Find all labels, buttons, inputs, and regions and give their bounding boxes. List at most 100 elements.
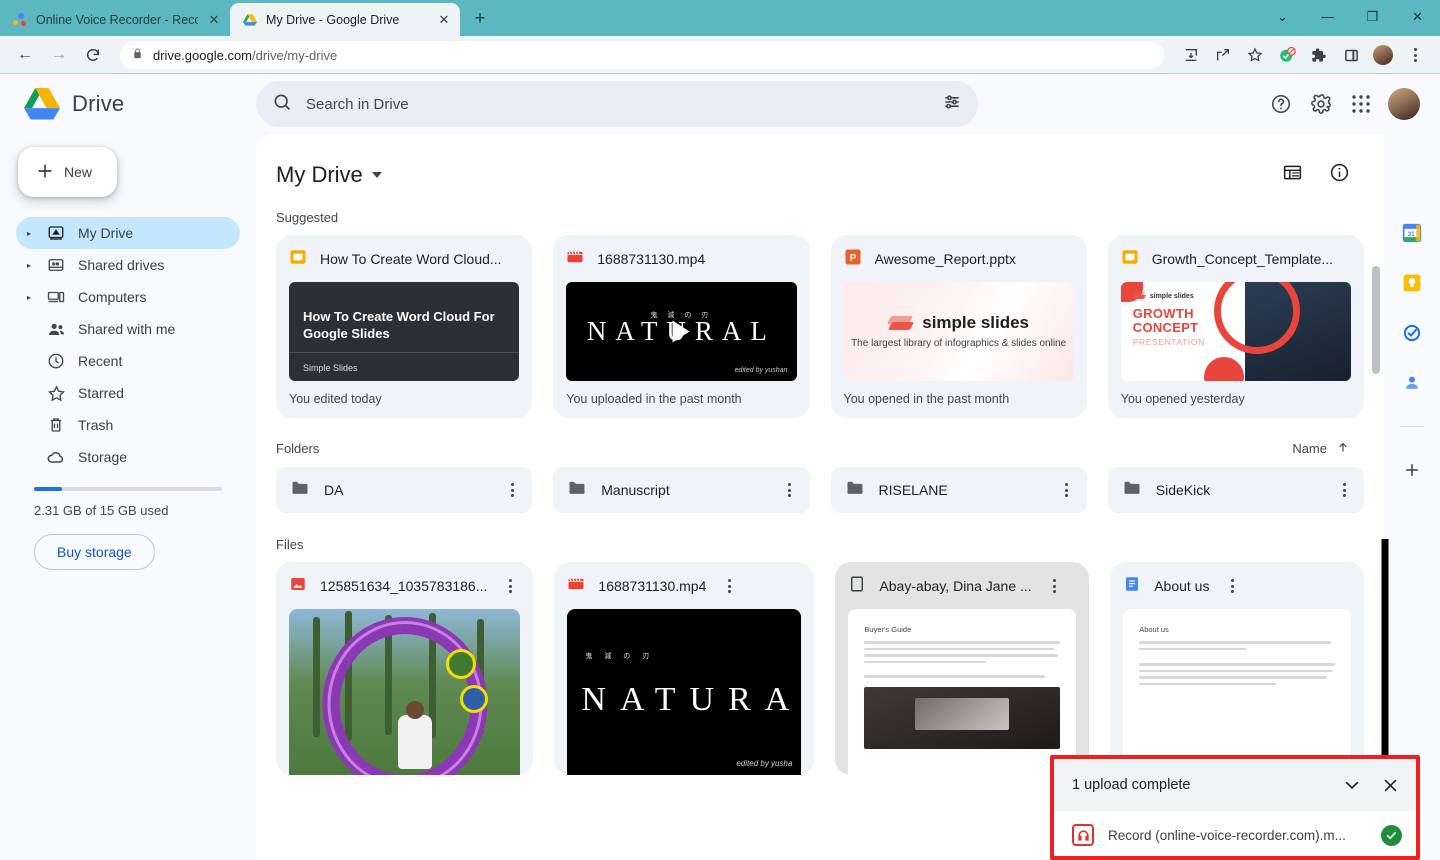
folder-card[interactable]: Manuscript xyxy=(553,467,810,513)
drive-brand[interactable]: Drive xyxy=(0,86,256,122)
list-view-icon[interactable] xyxy=(1282,162,1303,188)
extensions-puzzle-icon[interactable] xyxy=(1304,40,1334,70)
sidebar-item-computers[interactable]: ▸ Computers xyxy=(16,281,240,313)
cloud-icon xyxy=(46,447,66,467)
info-icon[interactable] xyxy=(1329,162,1350,188)
bookmark-star-icon[interactable] xyxy=(1240,40,1270,70)
extension-shield-icon[interactable] xyxy=(1272,40,1302,70)
more-options-icon[interactable] xyxy=(719,579,739,593)
thumb-footer: Simple Slides xyxy=(303,363,358,373)
file-name: 125851634_1035783186... xyxy=(320,578,488,594)
address-bar[interactable]: drive.google.com/drive/my-drive xyxy=(120,41,1164,69)
suggested-card[interactable]: How To Create Word Cloud... How To Creat… xyxy=(276,235,533,418)
folder-card[interactable]: SideKick xyxy=(1107,467,1364,513)
chevron-down-icon[interactable] xyxy=(1340,773,1364,797)
sidebar-nav: ▸ My Drive ▸ Shared drives ▸ Computers S… xyxy=(0,217,256,473)
more-options-icon[interactable] xyxy=(1045,579,1065,593)
help-icon[interactable] xyxy=(1268,91,1294,117)
browser-tab-voice-recorder[interactable]: Online Voice Recorder - Record V ✕ xyxy=(0,3,230,36)
close-window-icon[interactable]: ✕ xyxy=(1395,0,1440,33)
folders-label: Folders xyxy=(276,441,320,456)
file-meta: You uploaded in the past month xyxy=(566,392,742,406)
more-options-icon[interactable] xyxy=(500,579,520,593)
gear-icon[interactable] xyxy=(1308,91,1334,117)
google-slides-icon xyxy=(1121,248,1139,271)
close-icon[interactable]: ✕ xyxy=(206,12,222,28)
maximize-icon[interactable]: ❐ xyxy=(1350,0,1395,33)
toast-file-row[interactable]: Record (online-voice-recorder.com).m... xyxy=(1054,811,1416,856)
sidebar-item-shared-with-me[interactable]: Shared with me xyxy=(16,313,240,345)
computers-icon xyxy=(46,287,66,307)
close-icon[interactable]: ✕ xyxy=(436,12,452,28)
tune-icon[interactable] xyxy=(942,92,962,117)
sort-label: Name xyxy=(1292,441,1327,456)
google-tasks-icon[interactable] xyxy=(1401,322,1423,344)
file-meta: You edited today xyxy=(289,392,382,406)
chevron-right-icon[interactable]: ▸ xyxy=(24,261,34,270)
chrome-menu-icon[interactable] xyxy=(1400,40,1430,70)
collapse-icon[interactable]: ⌄ xyxy=(1260,0,1305,33)
forward-icon[interactable]: → xyxy=(44,40,74,70)
new-button[interactable]: New xyxy=(18,147,117,197)
sidebar-item-label: Computers xyxy=(78,289,147,305)
file-card[interactable]: 1688731130.mp4 鬼 滅 の 刃 NATURAL edited by… xyxy=(554,562,815,775)
browser-tab-google-drive[interactable]: My Drive - Google Drive ✕ xyxy=(230,3,460,36)
file-thumbnail xyxy=(289,609,521,775)
more-options-icon[interactable] xyxy=(780,483,800,497)
content-scrollbar[interactable] xyxy=(1372,266,1380,374)
google-calendar-icon[interactable]: 31 xyxy=(1401,222,1423,244)
sort-button[interactable]: Name xyxy=(1292,440,1350,457)
more-options-icon[interactable] xyxy=(1334,483,1354,497)
buy-storage-button[interactable]: Buy storage xyxy=(34,534,155,570)
folder-card[interactable]: RISELANE xyxy=(830,467,1087,513)
side-panel-icon[interactable] xyxy=(1336,40,1366,70)
google-keep-icon[interactable] xyxy=(1401,272,1423,294)
sidebar-item-storage[interactable]: Storage xyxy=(16,441,240,473)
file-card[interactable]: About us About us xyxy=(1110,562,1364,775)
file-card[interactable]: Abay-abay, Dina Jane ... Buyer's Guide xyxy=(835,562,1090,775)
new-tab-button[interactable]: + xyxy=(466,5,494,33)
thumb-brand: simple slides xyxy=(1149,292,1194,300)
tab-strip: Online Voice Recorder - Record V ✕ My Dr… xyxy=(0,0,1440,36)
sidebar-item-shared-drives[interactable]: ▸ Shared drives xyxy=(16,249,240,281)
download-icon[interactable] xyxy=(1176,40,1206,70)
apps-grid-icon[interactable] xyxy=(1348,91,1374,117)
profile-avatar[interactable] xyxy=(1368,40,1398,70)
sidebar-item-trash[interactable]: Trash xyxy=(16,409,240,441)
suggested-card[interactable]: 1688731130.mp4 鬼 滅 の 刃 NATURAL edited by… xyxy=(553,235,810,418)
sidebar-item-label: Starred xyxy=(78,385,124,401)
page-title[interactable]: My Drive xyxy=(276,162,382,188)
more-options-icon[interactable] xyxy=(1057,483,1077,497)
search-input[interactable]: Search in Drive xyxy=(256,81,978,127)
chevron-right-icon[interactable]: ▸ xyxy=(24,229,34,238)
share-icon[interactable] xyxy=(1208,40,1238,70)
new-button-label: New xyxy=(64,164,93,180)
suggested-card[interactable]: P Awesome_Report.pptx simple slides The … xyxy=(830,235,1087,418)
add-shortcut-icon[interactable] xyxy=(1401,459,1423,481)
more-options-icon[interactable] xyxy=(502,483,522,497)
account-avatar[interactable] xyxy=(1388,88,1420,120)
drive-header: Drive Search in Drive xyxy=(0,74,1440,134)
google-docs-icon xyxy=(1123,575,1141,598)
toast-header: 1 upload complete xyxy=(1054,759,1416,811)
sidebar-item-recent[interactable]: Recent xyxy=(16,345,240,377)
simple-slides-logo-icon xyxy=(887,313,915,333)
folder-card[interactable]: DA xyxy=(276,467,533,513)
thumb-heading: Buyer's Guide xyxy=(864,625,912,634)
file-name: How To Create Word Cloud... xyxy=(320,251,502,267)
chevron-down-icon[interactable] xyxy=(371,172,382,178)
close-icon[interactable] xyxy=(1378,773,1402,797)
minimize-icon[interactable]: — xyxy=(1305,0,1350,33)
reload-icon[interactable] xyxy=(78,40,108,70)
suggested-card[interactable]: Growth_Concept_Template... simple slides… xyxy=(1107,235,1364,418)
chevron-right-icon[interactable]: ▸ xyxy=(24,293,34,302)
more-options-icon[interactable] xyxy=(1222,579,1242,593)
video-file-icon xyxy=(566,248,584,271)
google-contacts-icon[interactable] xyxy=(1401,372,1423,394)
sidebar-item-my-drive[interactable]: ▸ My Drive xyxy=(16,217,240,249)
sidebar-item-starred[interactable]: Starred xyxy=(16,377,240,409)
storage-usage-text: 2.31 GB of 15 GB used xyxy=(34,503,169,518)
file-card[interactable]: 125851634_1035783186... xyxy=(276,562,534,775)
file-thumbnail: How To Create Word Cloud For Google Slid… xyxy=(289,282,520,381)
back-icon[interactable]: ← xyxy=(10,40,40,70)
